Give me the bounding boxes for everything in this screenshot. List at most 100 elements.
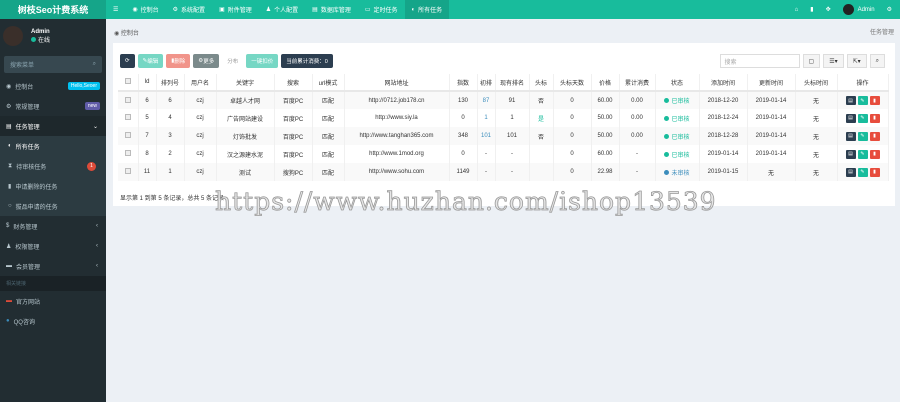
row-checkbox[interactable]: [124, 168, 131, 174]
export-button[interactable]: ⇱▾: [846, 54, 867, 68]
table-row[interactable]: 7 3 czj 灯饰批发 百度PC 匹配 http://www.tanghan365.com…: [118, 127, 889, 145]
refresh-button[interactable]: ⟳: [120, 54, 135, 68]
column-header[interactable]: 网站地址: [344, 74, 450, 92]
nav-database[interactable]: ▤ 数据库管理: [305, 0, 358, 19]
column-header[interactable]: 关键字: [216, 74, 275, 92]
delete-row-button[interactable]: ▮: [869, 149, 880, 159]
group-icon: ♟: [6, 243, 12, 250]
cell: 匹配: [312, 145, 345, 163]
nav-attachment[interactable]: ▣ 附件管理: [212, 0, 259, 19]
column-header[interactable]: 指数: [449, 74, 478, 92]
list-icon: ▤: [6, 123, 12, 130]
column-header[interactable]: 头标天数: [553, 74, 592, 92]
more-button[interactable]: ⚙ 更多: [193, 54, 220, 68]
settings-icon[interactable]: ⚙: [887, 6, 892, 13]
cell: 0.00: [619, 127, 656, 145]
nav-system[interactable]: ⚙ 系统配置: [166, 0, 212, 19]
consume-button[interactable]: 当前累计消费：0: [281, 54, 333, 68]
cell: 50.00: [591, 109, 620, 127]
edit-row-button[interactable]: ✎: [857, 149, 868, 159]
column-header[interactable]: 更新时间: [747, 74, 796, 92]
table-row[interactable]: 5 4 czj 广告网站建设 百度PC 匹配 http://www.siy.la 0 1 1 是 0 5…: [118, 109, 889, 127]
edit-row-button[interactable]: ✎: [857, 131, 868, 141]
column-header[interactable]: 排列号: [156, 74, 185, 92]
columns-button[interactable]: ☰▾: [823, 54, 844, 68]
row-checkbox[interactable]: [124, 114, 131, 120]
column-header[interactable]: 累计消费: [619, 74, 656, 92]
menu-search-input[interactable]: 搜索菜单 ⌕: [4, 56, 102, 73]
column-header[interactable]: 搜索: [274, 74, 313, 92]
advanced-search-button[interactable]: ⌕: [869, 54, 885, 68]
sidebar-item-dashboard[interactable]: ◉ 控制台 Hello,Seoer: [0, 76, 106, 96]
edit-row-button[interactable]: ✎: [857, 167, 868, 177]
table-row[interactable]: 8 2 czj 汉之源建水泥 百度PC 匹配 http://www.1mod.org 0- -0…: [118, 145, 889, 163]
recharge-button[interactable]: 一键扣价: [246, 54, 279, 68]
user-icon: ♟: [265, 7, 272, 13]
edit-button[interactable]: ✎ 编辑: [137, 54, 164, 68]
edit-row-button[interactable]: ✎: [857, 113, 868, 123]
sidebar-item-finance[interactable]: $ 财务管理 ‹: [0, 216, 106, 236]
cell: 0: [553, 163, 592, 181]
delete-row-button[interactable]: ▮: [869, 96, 880, 105]
sidebar-item-all-tasks[interactable]: ◐ 所有任务: [0, 136, 106, 156]
column-header[interactable]: 添加时间: [699, 74, 748, 92]
distribute-tab[interactable]: 分布: [222, 54, 244, 68]
column-header[interactable]: 头标: [529, 74, 554, 92]
cell: -: [619, 145, 656, 163]
table-search-input[interactable]: 搜索: [719, 54, 800, 68]
column-header[interactable]: 头标时间: [795, 74, 838, 92]
select-all-checkbox[interactable]: [118, 74, 139, 92]
sidebar-link-qq[interactable]: ● QQ咨询: [0, 311, 106, 331]
detail-button[interactable]: ▤: [845, 167, 856, 177]
delete-row-button[interactable]: ▮: [869, 131, 880, 141]
sidebar-link-official[interactable]: ▬ 官方网站: [0, 291, 106, 311]
column-header[interactable]: 现有排名: [495, 74, 530, 92]
column-header[interactable]: 状态: [655, 74, 700, 92]
detail-button[interactable]: ▤: [845, 113, 856, 123]
fullscreen-icon[interactable]: ✥: [826, 6, 831, 13]
trash-icon[interactable]: ▮: [810, 6, 813, 13]
row-checkbox[interactable]: [124, 132, 131, 138]
sidebar-item-permissions[interactable]: ♟ 权限管理 ‹: [0, 236, 106, 256]
row-checkbox[interactable]: [124, 150, 131, 156]
table-row[interactable]: 6 6 czj 卓越人才网 百度PC 匹配 http://0712.job178.cn 130…: [118, 91, 889, 109]
badge: new: [84, 102, 100, 110]
edit-row-button[interactable]: ✎: [857, 96, 868, 105]
sidebar-item-other-requests[interactable]: ○ 拔品申请的任务: [0, 196, 106, 216]
nav-cron[interactable]: ▭ 定时任务: [358, 0, 405, 19]
sidebar-item-delete-requests[interactable]: ▮ 申请删除的任务: [0, 176, 106, 196]
nav-profile[interactable]: ♟ 个人配置: [259, 0, 305, 19]
column-header[interactable]: 用户名: [184, 74, 217, 92]
sidebar-item-tasks[interactable]: ▤ 任务管理 ⌄: [0, 116, 106, 136]
breadcrumb[interactable]: ◉ 控制台: [114, 28, 139, 37]
sidebar-item-members[interactable]: ▬ 会员管理 ‹: [0, 256, 106, 276]
table-row[interactable]: 11 1 czj 测试 搜狗PC 匹配 http://www.sohu.com 1149- -0…: [118, 163, 889, 181]
cell: 无: [795, 127, 838, 145]
nav-dashboard[interactable]: ◉ 控制台: [125, 0, 165, 19]
cell: 2018-12-24: [699, 109, 748, 127]
home-icon[interactable]: ⌂: [795, 7, 799, 13]
column-header[interactable]: Id: [138, 74, 157, 92]
cell: 50.00: [591, 127, 620, 145]
delete-row-button[interactable]: ▮: [869, 167, 880, 177]
detail-button[interactable]: ▤: [845, 149, 856, 159]
detail-button[interactable]: ▤: [845, 131, 856, 141]
delete-row-button[interactable]: ▮: [869, 113, 880, 123]
row-checkbox[interactable]: [124, 96, 131, 103]
cell: 无: [795, 109, 838, 127]
sidebar-item-pending[interactable]: ⧗ 待审核任务 1: [0, 156, 106, 176]
app-logo[interactable]: 树枝Seo计费系统: [0, 0, 106, 19]
detail-button[interactable]: ▤: [845, 96, 856, 105]
menu-toggle[interactable]: ☰: [106, 0, 125, 19]
column-header[interactable]: 操作: [837, 74, 889, 92]
column-header[interactable]: url模式: [312, 74, 345, 92]
cell: 0.00: [619, 109, 656, 127]
column-header[interactable]: 价格: [591, 74, 620, 92]
toggle-view-button[interactable]: ▢: [802, 54, 821, 68]
column-header[interactable]: 初排: [477, 74, 496, 92]
gear-icon: ⚙: [172, 7, 179, 13]
user-menu[interactable]: Admin: [842, 4, 875, 15]
delete-button[interactable]: ▮ 删除: [166, 54, 191, 68]
sidebar-item-general[interactable]: ⚙ 常规管理 new: [0, 96, 106, 116]
nav-all-tasks[interactable]: ◐ 所有任务: [404, 0, 450, 19]
